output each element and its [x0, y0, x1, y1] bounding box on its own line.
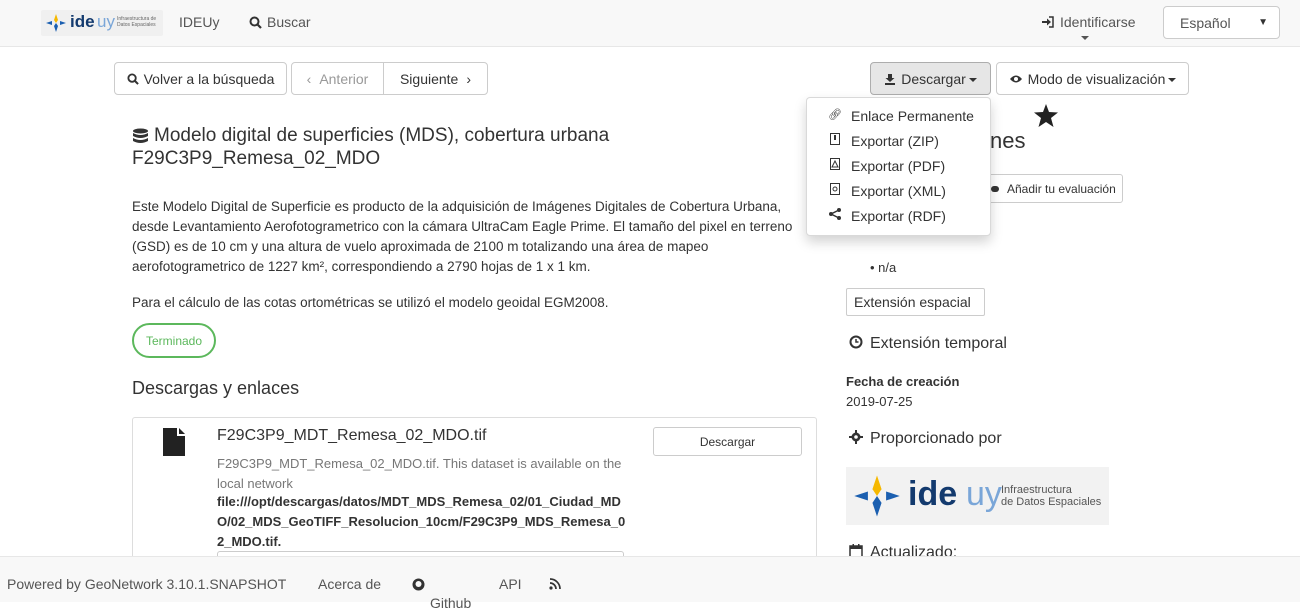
creation-date-label: Fecha de creación [846, 374, 960, 389]
back-to-search-button[interactable]: Volver a la búsqueda [114, 62, 287, 95]
previous-label: Anterior [319, 71, 369, 87]
pdf-file-icon [828, 158, 842, 173]
status-badge: Terminado [132, 323, 216, 358]
spatial-extent-image: Extensión espacial [846, 288, 985, 316]
search-icon [127, 73, 139, 85]
logo-ide-text: ide [70, 12, 95, 31]
gear-icon [849, 430, 863, 444]
select-arrow-icon: ▼ [1258, 17, 1268, 28]
logo-uy-text: uy [97, 12, 115, 31]
link-icon: 🔗︎ [828, 109, 842, 121]
provider-logo-ide: ide [908, 475, 958, 513]
record-abstract-note: Para el cálculo de las cotas ortométrica… [132, 295, 609, 310]
provider-logo: ide uy Infraestructura de Datos Espaciale… [846, 467, 1109, 525]
menu-item-export-rdf[interactable]: Exportar (RDF) [807, 204, 990, 229]
zip-file-icon [828, 133, 842, 148]
download-label: Descargar [901, 71, 966, 87]
share-icon [828, 208, 842, 223]
add-rating-button[interactable]: Añadir tu evaluación [980, 174, 1123, 203]
view-mode-button[interactable]: Modo de visualización [996, 62, 1189, 95]
login-link[interactable]: Identificarse [1041, 14, 1135, 30]
sign-in-icon [1042, 16, 1054, 28]
spatial-value-text: n/a [878, 260, 897, 275]
ideuy-logo[interactable]: ide uy Infraestructura de Datos Espacial… [41, 10, 163, 36]
provided-by-heading: Proporcionado por [848, 430, 1002, 448]
provider-logo-line2: de Datos Espaciales [1001, 496, 1102, 508]
top-navbar: ide uy Infraestructura de Datos Espacial… [0, 0, 1300, 47]
menu-item-label: Exportar (PDF) [851, 158, 946, 174]
sidebar-heading-fragment: nes [990, 128, 1026, 153]
spatial-extent-alt: Extensión espacial [854, 294, 971, 310]
nav-search-label: Buscar [267, 14, 311, 30]
download-file-button[interactable]: Descargar [653, 427, 802, 456]
menu-item-export-pdf[interactable]: Exportar (PDF) [807, 154, 990, 179]
search-icon [249, 16, 262, 29]
github-link[interactable]: Github [412, 576, 471, 611]
footer: Powered by GeoNetwork 3.10.1.SNAPSHOT Ac… [0, 556, 1300, 611]
clock-icon [849, 335, 863, 349]
add-rating-label: Añadir tu evaluación [1007, 182, 1116, 196]
provider-logo-tagline: Infraestructura de Datos Espaciales [1001, 484, 1101, 508]
next-label: Siguiente [399, 71, 459, 87]
powered-by-link[interactable]: Powered by GeoNetwork 3.10.1.SNAPSHOT [7, 576, 286, 592]
download-dropdown-menu: 🔗︎ Enlace Permanente Exportar (ZIP) Expo… [806, 97, 991, 236]
eye-icon [1009, 75, 1022, 83]
comment-icon [991, 186, 999, 192]
api-link[interactable]: API [499, 576, 522, 592]
file-icon [163, 428, 185, 456]
download-file-name[interactable]: F29C3P9_MDT_Remesa_02_MDO.tif [217, 427, 486, 445]
download-item: F29C3P9_MDT_Remesa_02_MDO.tif F29C3P9_MD… [132, 417, 817, 577]
login-label: Identificarse [1060, 14, 1136, 30]
menu-item-export-xml[interactable]: Exportar (XML) [807, 179, 990, 204]
previous-button[interactable]: ‹ Anterior [291, 62, 384, 95]
caret-down-icon [1168, 78, 1177, 83]
menu-item-label: Exportar (XML) [851, 183, 946, 199]
menu-item-label: Exportar (ZIP) [851, 133, 939, 149]
chevron-right-icon: › [466, 71, 472, 87]
database-icon [133, 128, 148, 143]
view-mode-label: Modo de visualización [1027, 71, 1166, 87]
ideuy-logo-mark-icon [854, 475, 900, 517]
back-to-search-label: Volver a la búsqueda [143, 71, 275, 87]
github-label: Github [430, 595, 472, 611]
spatial-value: • n/a [870, 260, 897, 275]
record-title: Modelo digital de superficies (MDS), cob… [154, 125, 610, 146]
record-abstract: Este Modelo Digital de Superficie es pro… [132, 199, 793, 274]
download-dropdown-button[interactable]: Descargar [870, 62, 991, 95]
download-path: file:///opt/descargas/datos/MDT_MDS_Reme… [217, 494, 626, 549]
temporal-extent-heading: Extensión temporal [848, 335, 1007, 353]
menu-item-label: Exportar (RDF) [851, 208, 946, 224]
star-icon[interactable] [1034, 104, 1058, 127]
language-value: Español [1180, 15, 1231, 31]
about-link[interactable]: Acerca de [318, 576, 381, 592]
login-caret-icon [1081, 36, 1089, 40]
provided-by-label: Proporcionado por [870, 430, 1002, 447]
nav-search-link[interactable]: Buscar [249, 14, 311, 30]
github-icon [412, 578, 425, 591]
downloads-heading: Descargas y enlaces [132, 378, 300, 398]
language-select[interactable]: Español ▼ [1163, 6, 1280, 39]
next-button[interactable]: Siguiente › [383, 62, 488, 95]
nav-ideuy-link[interactable]: IDEUy [179, 14, 219, 30]
creation-date-value: 2019-07-25 [846, 394, 913, 409]
ideuy-logo-mark-icon [46, 14, 66, 32]
rss-link[interactable] [549, 576, 561, 592]
menu-item-label: Enlace Permanente [851, 108, 974, 124]
provider-logo-uy: uy [966, 475, 1002, 513]
rss-icon [549, 578, 561, 590]
record-subtitle: F29C3P9_Remesa_02_MDO [132, 148, 381, 169]
provider-logo-line1: Infraestructura [1001, 484, 1072, 496]
logo-tagline: Infraestructura de Datos Espaciales [117, 16, 157, 28]
menu-item-export-zip[interactable]: Exportar (ZIP) [807, 129, 990, 154]
download-icon [885, 74, 896, 85]
menu-item-permalink[interactable]: 🔗︎ Enlace Permanente [807, 104, 990, 129]
chevron-left-icon: ‹ [306, 71, 312, 87]
xml-file-icon [828, 183, 842, 198]
download-description: F29C3P9_MDT_Remesa_02_MDO.tif. This data… [217, 456, 622, 491]
temporal-extent-label: Extensión temporal [870, 335, 1007, 352]
caret-down-icon [968, 78, 977, 83]
